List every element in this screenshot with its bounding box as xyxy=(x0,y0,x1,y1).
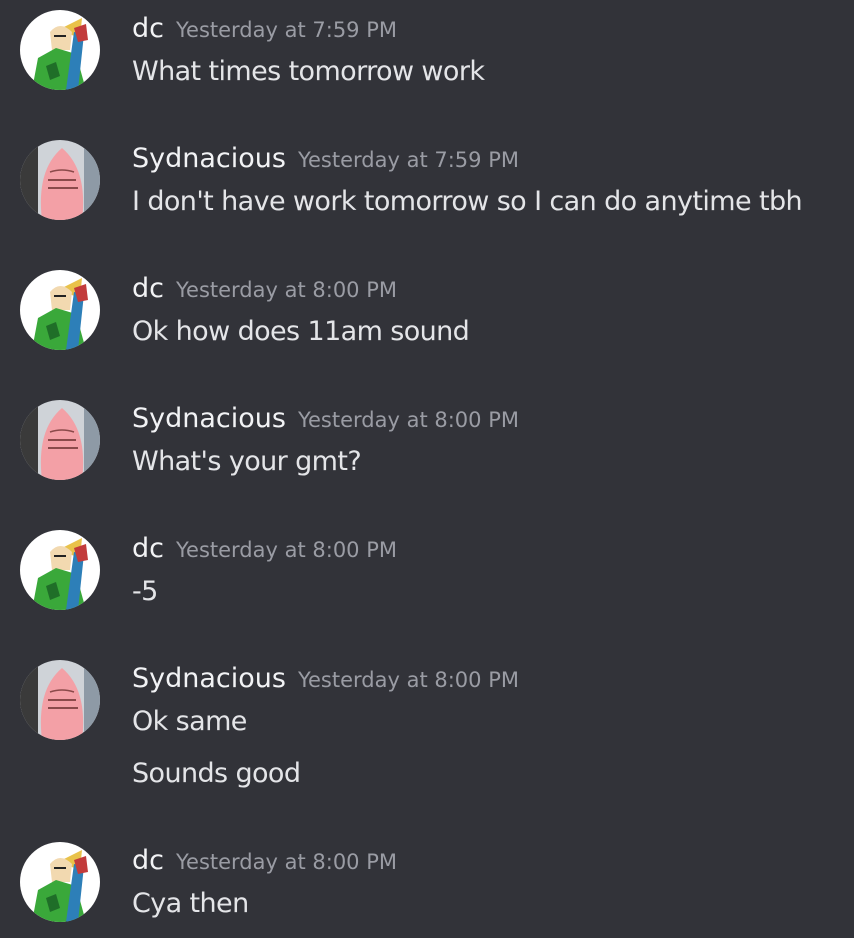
message-timestamp[interactable]: Yesterday at 8:00 PM xyxy=(176,278,397,302)
message-header: Sydnacious Yesterday at 8:00 PM xyxy=(132,403,519,434)
message-timestamp[interactable]: Yesterday at 8:00 PM xyxy=(298,668,519,692)
message-header: Sydnacious Yesterday at 8:00 PM xyxy=(132,663,519,694)
message-text: Ok how does 11am sound xyxy=(132,316,470,347)
link-avatar-icon[interactable] xyxy=(20,10,100,90)
author-name[interactable]: Sydnacious xyxy=(132,143,286,174)
author-name[interactable]: Sydnacious xyxy=(132,403,286,434)
message-header: dc Yesterday at 7:59 PM xyxy=(132,13,397,44)
chat-message-list: dc Yesterday at 7:59 PM What times tomorr… xyxy=(0,0,854,938)
author-name[interactable]: dc xyxy=(132,13,164,44)
message-text: What's your gmt? xyxy=(132,446,362,477)
patrick-avatar-icon[interactable] xyxy=(20,140,100,220)
link-avatar-icon[interactable] xyxy=(20,270,100,350)
message-text: Ok same xyxy=(132,706,247,737)
message-text: -5 xyxy=(132,576,158,607)
message-header: dc Yesterday at 8:00 PM xyxy=(132,845,397,876)
author-name[interactable]: dc xyxy=(132,273,164,304)
message-text: Sounds good xyxy=(132,758,301,789)
link-avatar-icon[interactable] xyxy=(20,530,100,610)
link-avatar-icon[interactable] xyxy=(20,842,100,922)
patrick-avatar-icon[interactable] xyxy=(20,400,100,480)
message-header: Sydnacious Yesterday at 7:59 PM xyxy=(132,143,519,174)
author-name[interactable]: Sydnacious xyxy=(132,663,286,694)
message-header: dc Yesterday at 8:00 PM xyxy=(132,533,397,564)
message-timestamp[interactable]: Yesterday at 8:00 PM xyxy=(298,408,519,432)
message-text: What times tomorrow work xyxy=(132,56,485,87)
message-timestamp[interactable]: Yesterday at 7:59 PM xyxy=(176,18,397,42)
message-timestamp[interactable]: Yesterday at 8:00 PM xyxy=(176,538,397,562)
message-header: dc Yesterday at 8:00 PM xyxy=(132,273,397,304)
author-name[interactable]: dc xyxy=(132,845,164,876)
author-name[interactable]: dc xyxy=(132,533,164,564)
patrick-avatar-icon[interactable] xyxy=(20,660,100,740)
message-timestamp[interactable]: Yesterday at 7:59 PM xyxy=(298,148,519,172)
message-text: Cya then xyxy=(132,888,249,919)
message-timestamp[interactable]: Yesterday at 8:00 PM xyxy=(176,850,397,874)
message-text: I don't have work tomorrow so I can do a… xyxy=(132,186,803,217)
